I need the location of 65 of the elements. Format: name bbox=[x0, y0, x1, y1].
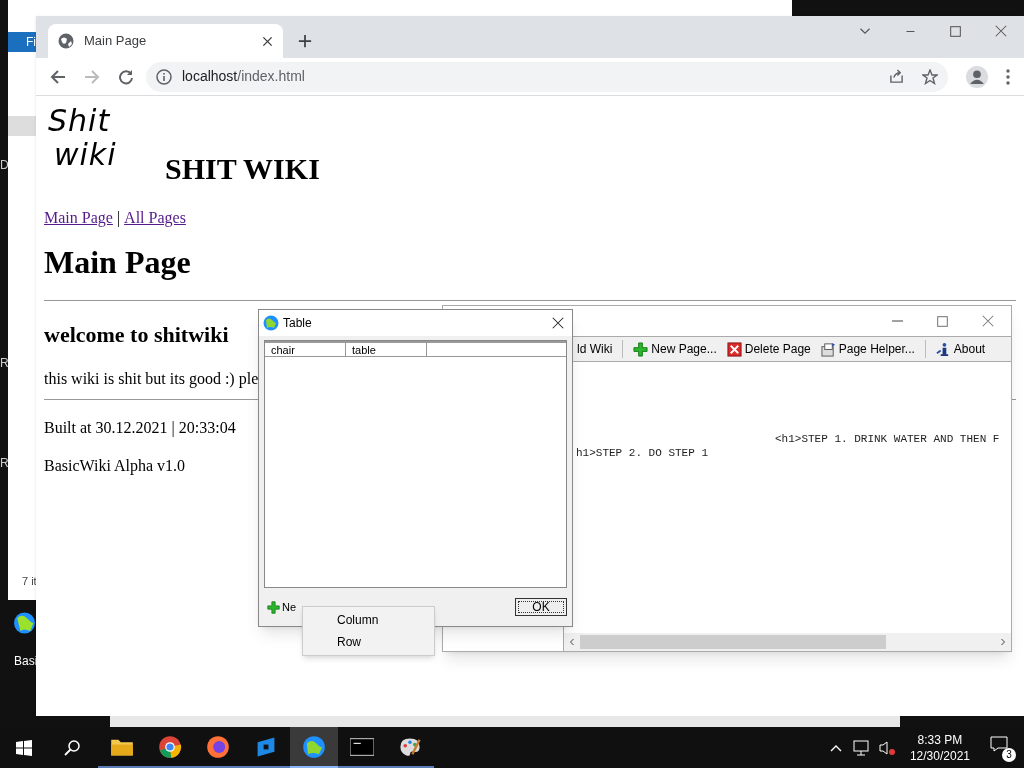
maximize-icon[interactable] bbox=[937, 315, 948, 327]
section-heading: welcome to shitwiki bbox=[44, 321, 229, 349]
chevron-up-icon[interactable] bbox=[829, 743, 842, 752]
scrollbar-thumb[interactable] bbox=[580, 635, 886, 649]
ribbon-tab[interactable]: Fi bbox=[8, 32, 36, 52]
status-text: 7 it bbox=[22, 574, 37, 589]
menu-item[interactable]: Column bbox=[303, 609, 434, 631]
selected-row bbox=[8, 116, 36, 136]
notifications-button[interactable]: 3 bbox=[990, 735, 1014, 760]
nav-link[interactable]: Main Page bbox=[44, 206, 113, 230]
toolbar-button[interactable]: New Page... bbox=[633, 340, 717, 358]
plus-icon bbox=[633, 341, 649, 357]
minimize-icon[interactable] bbox=[905, 31, 916, 32]
globe-icon bbox=[58, 33, 74, 49]
share-icon[interactable] bbox=[889, 69, 904, 84]
column-header[interactable]: chair bbox=[265, 343, 346, 356]
logo-drawing: Shit wiki bbox=[47, 104, 118, 174]
info-icon bbox=[935, 341, 951, 357]
address-bar[interactable]: localhost/index.html bbox=[146, 61, 948, 92]
chrome-icon bbox=[158, 734, 182, 759]
toolbar-button[interactable]: About bbox=[935, 340, 986, 358]
speaker-muted-icon[interactable] bbox=[877, 739, 896, 756]
table-list[interactable]: chair table bbox=[264, 340, 567, 588]
nav-separator: | bbox=[116, 208, 121, 229]
close-icon[interactable] bbox=[262, 35, 273, 47]
back-arrow-icon[interactable] bbox=[50, 68, 66, 85]
search-icon[interactable] bbox=[64, 739, 80, 756]
maximize-icon[interactable] bbox=[950, 26, 961, 37]
page-heading: Main Page bbox=[44, 243, 192, 282]
new-button[interactable]: Ne bbox=[267, 598, 297, 616]
clock[interactable]: 8:33 PM 12/30/2021 bbox=[909, 731, 970, 764]
toolbar-button[interactable]: Delete Page bbox=[726, 340, 811, 358]
chat-icon bbox=[990, 735, 1008, 752]
code-line: h1>STEP 2. DO STEP 1 bbox=[576, 446, 709, 461]
plus-icon[interactable] bbox=[298, 34, 312, 48]
x-square-icon bbox=[726, 341, 742, 357]
toolbar-button[interactable]: ld Wiki bbox=[577, 340, 613, 358]
profile-icon[interactable] bbox=[966, 65, 988, 88]
firefox-icon bbox=[206, 734, 230, 759]
dialog-title: Table bbox=[283, 315, 313, 332]
more-menu-icon[interactable] bbox=[1006, 68, 1010, 85]
site-title: SHIT WIKI bbox=[165, 152, 320, 186]
star-icon[interactable] bbox=[922, 68, 938, 85]
menu-item[interactable]: Row bbox=[303, 631, 434, 653]
build-info: Built at 30.12.2021 | 20:33:04 bbox=[44, 418, 236, 439]
horizontal-scrollbar[interactable] bbox=[564, 633, 1011, 651]
close-icon[interactable] bbox=[552, 317, 564, 329]
globe-icon bbox=[263, 315, 279, 331]
window-icon bbox=[820, 341, 836, 357]
notification-count: 3 bbox=[1002, 747, 1016, 762]
info-icon[interactable] bbox=[156, 68, 172, 85]
body-text: this wiki is shit but its good :) ple bbox=[44, 369, 259, 390]
plus-icon bbox=[267, 600, 280, 614]
reload-icon[interactable] bbox=[118, 68, 134, 85]
globe-icon bbox=[302, 734, 326, 759]
column-header[interactable]: table bbox=[346, 343, 427, 356]
toolbar-button[interactable]: Page Helper... bbox=[820, 340, 915, 358]
windows-logo-icon[interactable] bbox=[16, 739, 32, 756]
network-icon[interactable] bbox=[851, 739, 870, 756]
code-line: <h1>STEP 1. DRINK WATER AND THEN F bbox=[775, 432, 1000, 447]
taskbar-app[interactable] bbox=[290, 727, 338, 768]
nav-link[interactable]: All Pages bbox=[124, 206, 186, 230]
browser-tab[interactable]: Main Page bbox=[48, 24, 283, 58]
ok-button[interactable]: OK bbox=[515, 598, 567, 616]
version-text: BasicWiki Alpha v1.0 bbox=[44, 456, 186, 477]
